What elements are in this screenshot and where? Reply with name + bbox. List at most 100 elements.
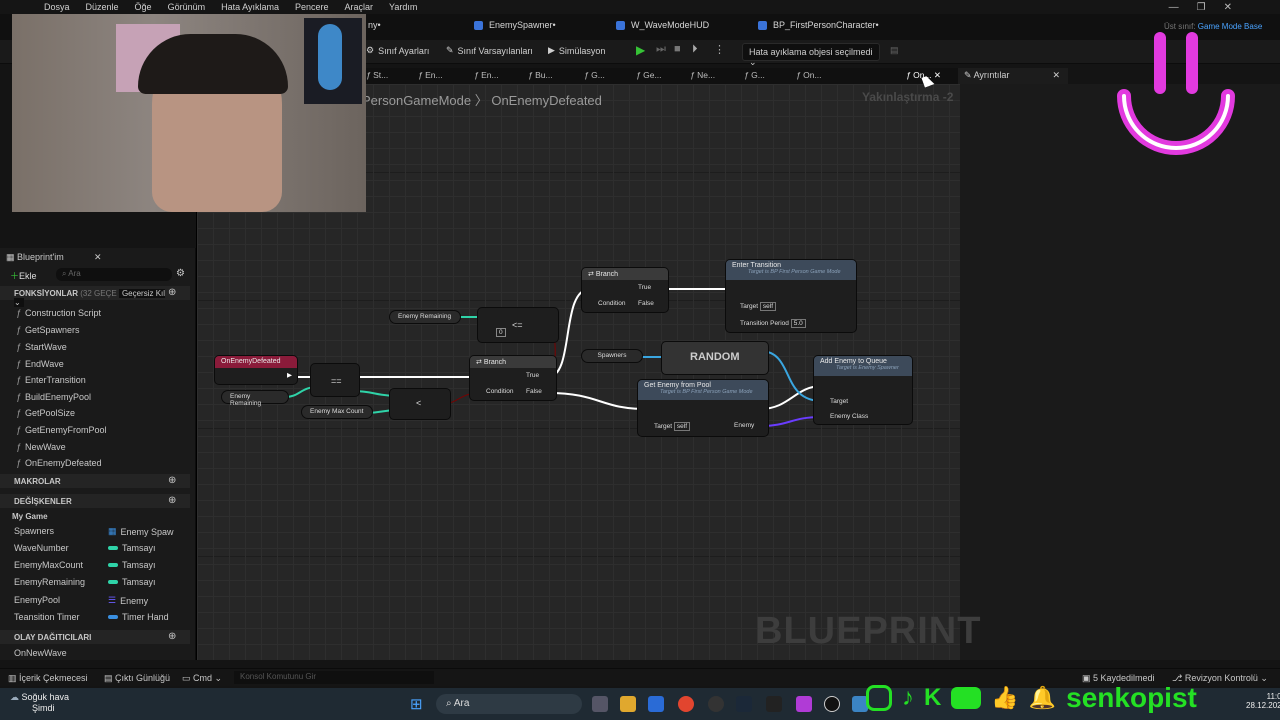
exec-pin[interactable]: ▶ xyxy=(287,371,292,379)
condition-pin[interactable]: Condition xyxy=(598,300,625,307)
variable-type[interactable]: Tamsayı xyxy=(108,577,156,587)
cmd-dropdown[interactable]: ▭ Cmd ⌄ xyxy=(182,673,222,684)
int-pill-icon xyxy=(108,563,118,567)
add-button[interactable]: ＋Ekle xyxy=(10,269,37,282)
function-item[interactable]: ƒ NewWave xyxy=(16,442,66,452)
store-icon[interactable] xyxy=(648,696,664,712)
event-node-on-enemy-defeated[interactable]: OnEnemyDefeated ▶ xyxy=(215,356,297,384)
file-explorer-icon[interactable] xyxy=(620,696,636,712)
enter-transition-node[interactable]: Enter Transition Target is BP First Perso… xyxy=(726,260,856,332)
epic-games-icon[interactable] xyxy=(766,696,782,712)
variable-category[interactable]: My Game xyxy=(12,512,48,521)
task-view-icon[interactable] xyxy=(592,696,608,712)
random-array-item-node[interactable]: RANDOM xyxy=(662,342,768,374)
windows-start-icon[interactable]: ⊞ xyxy=(410,695,423,713)
target-pin[interactable]: Target self xyxy=(654,422,691,431)
enemy-class-pin[interactable]: Enemy Class xyxy=(830,413,868,420)
pin-value[interactable]: 5.0 xyxy=(790,319,806,328)
get-enemy-from-pool-node[interactable]: Get Enemy from Pool Target is BP First Pe… xyxy=(638,380,768,436)
pin-default: self xyxy=(673,422,691,431)
variable-type[interactable]: Tamsayı xyxy=(108,560,156,570)
array-icon: ▦ xyxy=(108,526,117,536)
add-function-icon[interactable]: ⊕ xyxy=(168,287,176,298)
console-input[interactable]: Konsol Komutunu Gir xyxy=(234,671,434,684)
transition-period-pin[interactable]: Transition Period 5.0 xyxy=(740,319,806,328)
function-item[interactable]: ƒ EndWave xyxy=(16,359,64,369)
search-input[interactable]: ⌕ Ara xyxy=(56,268,172,281)
false-pin[interactable]: False xyxy=(638,300,654,307)
get-spawners[interactable]: Spawners xyxy=(582,350,642,362)
steam-icon[interactable] xyxy=(736,696,752,712)
cmd-label: Cmd xyxy=(193,673,213,683)
function-item[interactable]: ƒ GetEnemyFromPool xyxy=(16,425,107,435)
override-label: Geçersiz Kıl xyxy=(121,289,166,298)
branch-node-mid[interactable]: ⇄ Branch True Condition False xyxy=(470,356,556,400)
variable-name[interactable]: EnemyPool xyxy=(14,595,60,605)
function-item[interactable]: ƒ BuildEnemyPool xyxy=(16,392,91,402)
unreal-engine-icon[interactable] xyxy=(824,696,840,712)
add-variable-icon[interactable]: ⊕ xyxy=(168,495,176,506)
chrome-icon[interactable] xyxy=(678,696,694,712)
clock[interactable]: 11:0728.12.2025 xyxy=(1246,692,1280,710)
taskbar-search[interactable]: ⌕ Ara xyxy=(436,694,582,714)
settings-gear-icon[interactable]: ⚙ xyxy=(176,268,185,279)
variable-name[interactable]: EnemyMaxCount xyxy=(14,560,83,570)
app-icon[interactable] xyxy=(796,696,812,712)
function-name: Enter Transition xyxy=(732,262,782,269)
true-pin[interactable]: True xyxy=(638,284,651,291)
add-enemy-to-queue-node[interactable]: Add Enemy to Queue Target is Enemy Spawne… xyxy=(814,356,912,424)
section-title: MAKROLAR xyxy=(14,477,61,486)
function-item[interactable]: ƒ EnterTransition xyxy=(16,375,86,385)
target-pin[interactable]: Target xyxy=(830,398,848,405)
var-label: Enemy Remaining xyxy=(398,313,452,320)
output-log-button[interactable]: ▤ Çıktı Günlüğü xyxy=(104,673,170,684)
dispatchers-header[interactable]: OLAY DAĞITICILARI xyxy=(0,630,190,644)
get-enemy-max-count[interactable]: Enemy Max Count xyxy=(302,406,372,418)
pin-label: Target xyxy=(740,303,759,310)
target-pin[interactable]: Target self xyxy=(740,302,777,311)
get-enemy-remaining[interactable]: Enemy Remaining xyxy=(390,311,460,323)
variable-type[interactable]: ▦ Enemy Spaw xyxy=(108,526,174,537)
node-title: Add Enemy to Queue Target is Enemy Spawne… xyxy=(814,356,912,376)
condition-pin[interactable]: Condition xyxy=(486,388,513,395)
literal-input[interactable]: 0 xyxy=(496,328,506,337)
function-target-note: Target is BP First Person Game Mode xyxy=(748,269,841,275)
functions-header[interactable]: FONKSİYONLAR (32 GEÇE Geçersiz Kıl ⌄ xyxy=(0,286,190,307)
variable-type[interactable]: Tamsayı xyxy=(108,543,156,553)
variables-header[interactable]: DEĞİŞKENLER xyxy=(0,494,190,508)
weather-widget[interactable]: ☁ Soğuk hava Şimdi xyxy=(10,692,69,713)
taskbar-search-placeholder: Ara xyxy=(453,698,470,709)
console-placeholder: Konsol Komutunu Gir xyxy=(240,672,317,681)
variable-name[interactable]: Teansition Timer xyxy=(14,612,80,622)
content-drawer-label: İçerik Çekmecesi xyxy=(19,673,88,683)
function-item[interactable]: ƒ GetSpawners xyxy=(16,325,80,335)
branch-node-top[interactable]: ⇄ Branch True Condition False xyxy=(582,268,668,312)
get-enemy-remaining[interactable]: Enemy Remaining xyxy=(222,391,288,407)
add-macro-icon[interactable]: ⊕ xyxy=(168,475,176,486)
enemy-output-pin[interactable]: Enemy xyxy=(734,422,754,429)
add-dispatcher-icon[interactable]: ⊕ xyxy=(168,631,176,642)
weather-title: Soğuk hava xyxy=(21,692,70,702)
close-icon[interactable]: ✕ xyxy=(94,252,102,263)
section-note: (32 GEÇE xyxy=(80,289,117,298)
variable-type[interactable]: Timer Hand xyxy=(108,612,169,622)
function-item[interactable]: ƒ StartWave xyxy=(16,342,67,352)
content-drawer-button[interactable]: ▥ İçerik Çekmecesi xyxy=(8,673,88,684)
equal-node[interactable]: == xyxy=(311,364,359,396)
variable-name[interactable]: WaveNumber xyxy=(14,543,69,553)
app-icon[interactable] xyxy=(708,696,724,712)
macros-header[interactable]: MAKROLAR xyxy=(0,474,190,488)
function-item[interactable]: ƒ OnEnemyDefeated xyxy=(16,458,102,468)
function-icon: ƒ xyxy=(16,408,22,418)
type-label: Tamsayı xyxy=(122,560,156,570)
less-node[interactable]: < xyxy=(390,389,450,419)
dispatcher-item[interactable]: OnNewWave xyxy=(14,648,67,658)
variable-name[interactable]: Spawners xyxy=(14,526,54,536)
variable-name[interactable]: EnemyRemaining xyxy=(14,577,85,587)
function-item[interactable]: ƒ Construction Script xyxy=(16,308,101,318)
variable-type[interactable]: ☰ Enemy xyxy=(108,595,148,606)
less-equal-node[interactable]: <= 0 xyxy=(478,308,558,342)
function-item[interactable]: ƒ GetPoolSize xyxy=(16,408,75,418)
true-pin[interactable]: True xyxy=(526,372,539,379)
false-pin[interactable]: False xyxy=(526,388,542,395)
